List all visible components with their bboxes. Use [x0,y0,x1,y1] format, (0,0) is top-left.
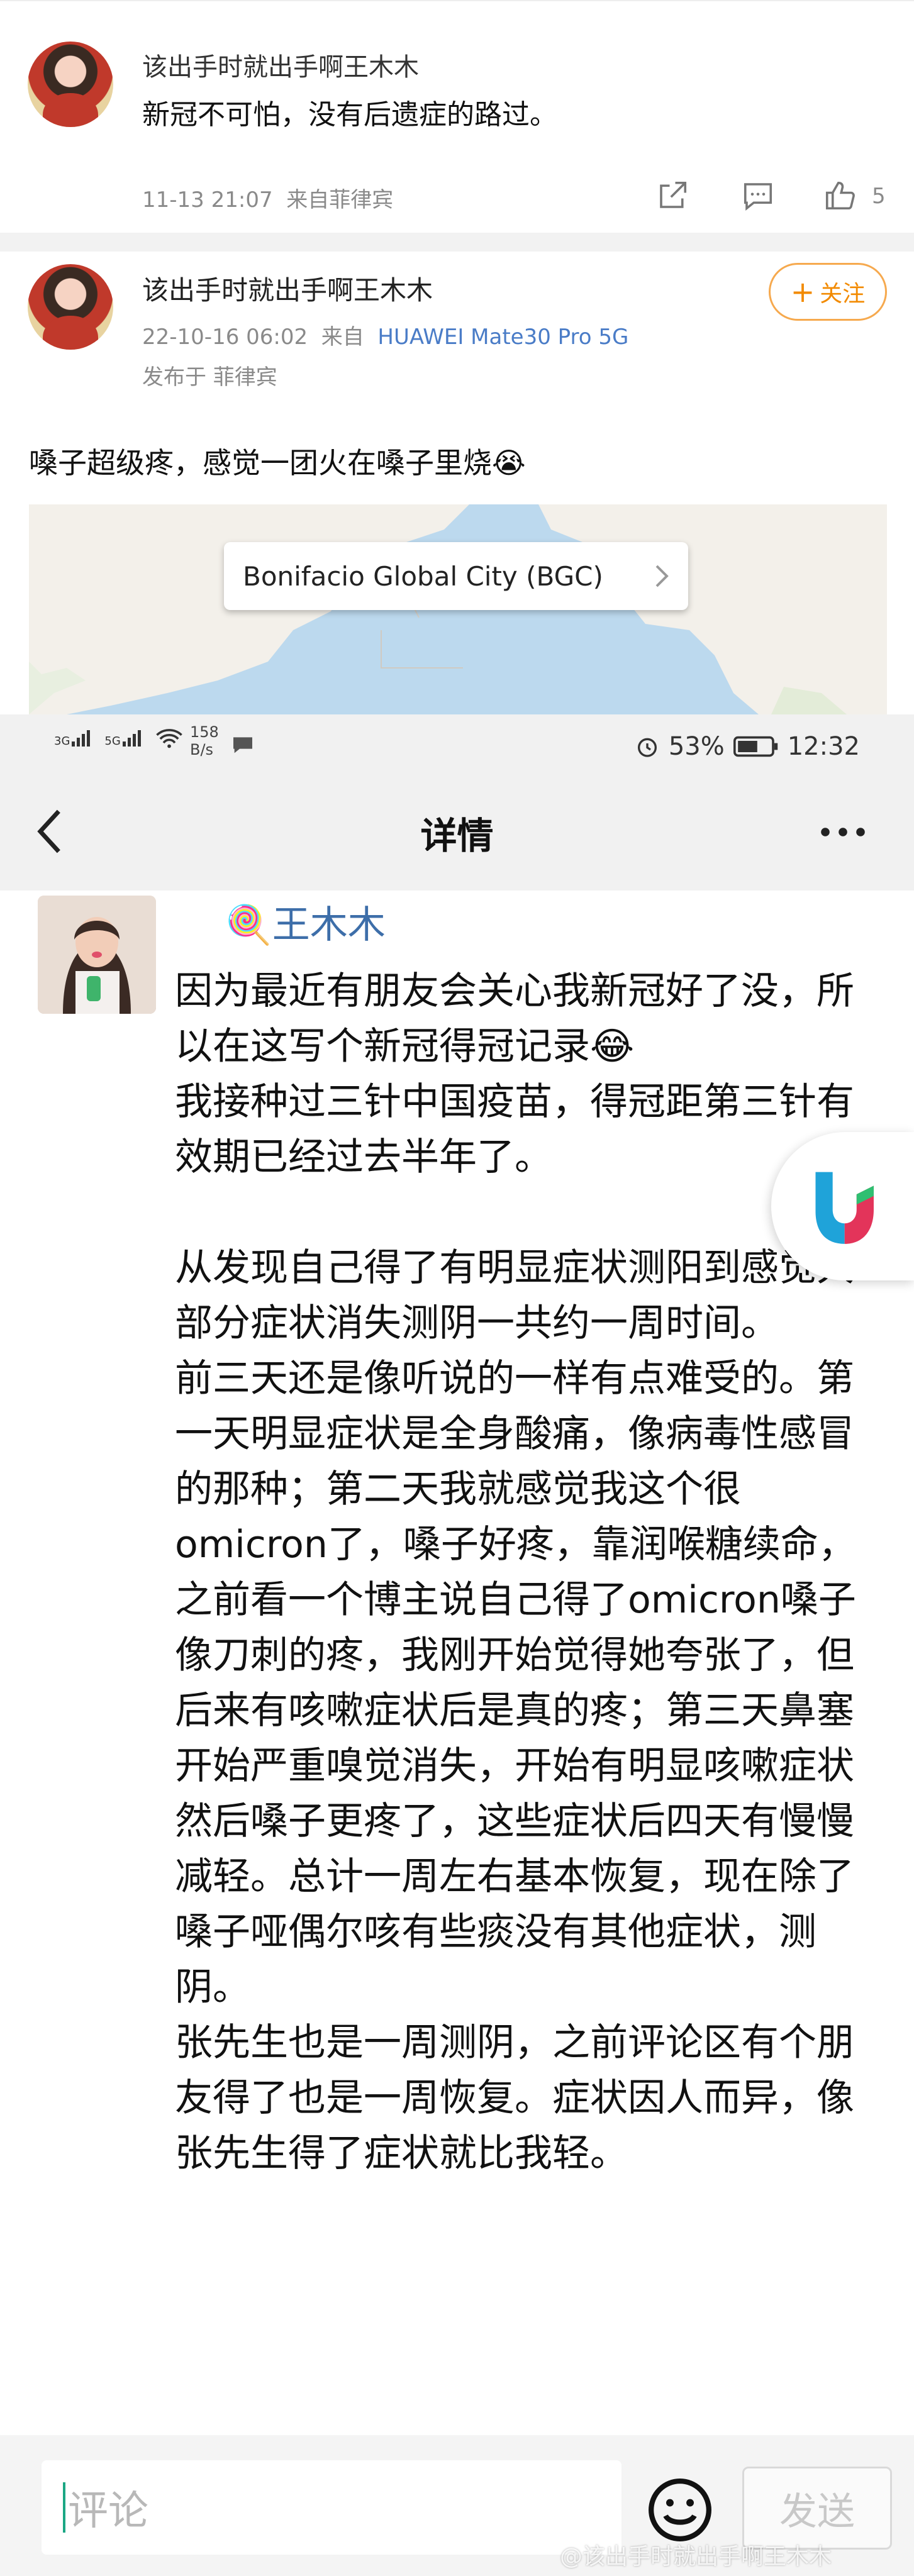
comment-input[interactable]: 评论 [42,2460,621,2555]
status-bar: 3G 5G 158 B/s 53% 12:32 [0,714,914,777]
top-comment: 该出手时就出手啊王木木 新冠不可怕，没有后遗症的路过。 11-13 21:07 … [0,0,914,233]
post-content: 因为最近有朋友会关心我新冠好了没，所以在这写个新冠得冠记录😂 我接种过三针中国疫… [175,963,879,2181]
content-paragraph: 因为最近有朋友会关心我新冠好了没，所以在这写个新冠得冠记录😂 [175,969,854,1069]
message-icon [233,737,252,753]
text-caret [63,2482,65,2533]
status-right: 53% 12:32 [635,732,860,761]
network-5g: 5G [104,729,145,748]
avatar-photo [38,896,156,1014]
like-icon[interactable] [823,179,857,213]
post-username[interactable]: 该出手时就出手啊王木木 [142,269,433,308]
post-meta: 22-10-16 06:02 来自 HUAWEI Mate30 Pro 5G [142,319,628,350]
signal-icon-1 [72,730,91,747]
author-avatar[interactable] [38,896,156,1014]
app-logo-icon [815,1172,874,1244]
reply-comment-icon[interactable] [741,179,775,213]
network-3g: 3G [54,729,94,748]
clock: 12:32 [787,732,860,761]
wifi-icon [156,729,182,748]
section-divider [0,233,914,252]
floating-app-button[interactable] [771,1132,914,1280]
send-button[interactable]: 发送 [742,2467,892,2550]
follow-label: 关注 [820,281,866,307]
share-icon[interactable] [655,179,689,213]
author-name-row[interactable]: 🍭王木木 [225,894,386,949]
comment-avatar[interactable] [28,42,113,127]
comment-username[interactable]: 该出手时就出手啊王木木 [142,47,419,83]
alarm-icon [637,738,657,757]
plus-icon: + [790,275,815,309]
post-avatar[interactable] [28,264,113,350]
watermark: @该出手时就出手啊王木木 [560,2544,832,2570]
content-paragraph: 张先生也是一周测阴，之前评论区有个朋友得了也是一周恢复。症状因人而异，像张先生得… [175,2021,854,2175]
post-from-label: 来自 [321,325,364,350]
page-title: 详情 [420,814,494,857]
post-published-in: 发布于 菲律宾 [142,365,277,390]
comment-time: 11-13 21:07 [142,187,273,213]
post-device[interactable]: HUAWEI Mate30 Pro 5G [377,325,628,350]
comment-meta: 11-13 21:07 来自菲律宾 [142,182,393,213]
chevron-right-icon [655,565,669,587]
content-paragraph: 从发现自己得了有明显症状测阳到感觉大部分症状消失测阴一共约一周时间。 [175,1246,854,1345]
battery-icon [733,736,777,757]
follow-button[interactable]: + 关注 [769,263,887,321]
battery-percent: 53% [668,732,725,761]
author-name: 王木木 [272,903,386,947]
post-date: 22-10-16 06:02 [142,325,308,350]
location-chip[interactable]: Bonifacio Global City (BGC) [224,542,688,610]
emoji-icon[interactable] [645,2475,715,2545]
content-paragraph: 前三天还是像听说的一样有点难受的。第一天明显症状是全身酸痛，像病毒性感冒的那种；… [175,1357,856,2009]
lollipop-icon: 🍭 [225,903,272,947]
signal-icon-2 [122,730,141,747]
status-left: 3G 5G [54,728,183,748]
comment-source: 来自菲律宾 [286,187,394,213]
post-text: 嗓子超级疼，感觉一团火在嗓子里烧😭 [29,446,526,480]
comment-text: 新冠不可怕，没有后遗症的路过。 [142,99,557,131]
network-speed: 158 B/s [190,723,219,758]
content-paragraph: 我接种过三针中国疫苗，得冠距第三针有效期已经过去半年了。 [175,1080,854,1179]
like-count: 5 [872,184,886,209]
comment-placeholder: 评论 [68,2488,148,2534]
location-name: Bonifacio Global City (BGC) [243,560,603,592]
